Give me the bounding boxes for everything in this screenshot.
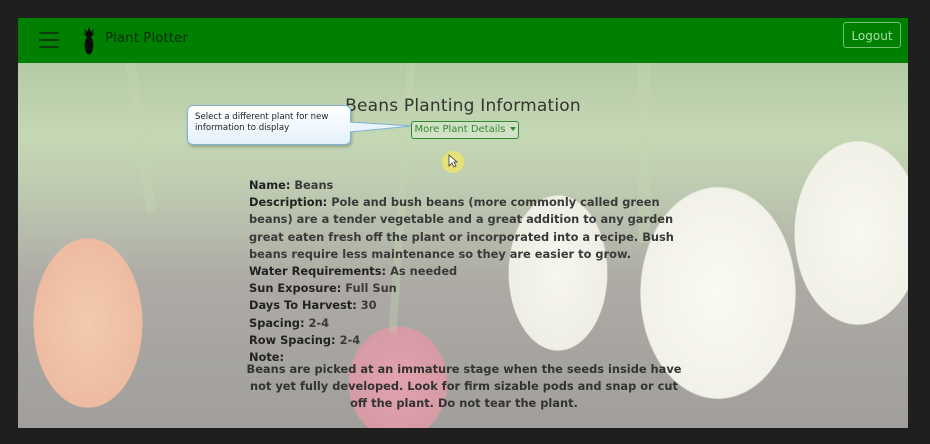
menu-icon[interactable]: [39, 32, 59, 48]
sun-row: Sun Exposure: Full Sun: [249, 280, 679, 297]
content-area: Beans Planting Information Select a diff…: [18, 63, 908, 428]
caret-down-icon: [509, 127, 516, 131]
dropdown-label: More Plant Details: [414, 124, 506, 135]
app-window: Plant Plotter Logout Beans Planting Info…: [18, 18, 908, 428]
water-row: Water Requirements: As needed: [249, 263, 679, 280]
water-label: Water Requirements:: [249, 264, 387, 279]
page-title: Beans Planting Information: [345, 96, 581, 116]
description-row: Description: Pole and bush beans (more c…: [249, 194, 679, 263]
spacing-label: Spacing:: [249, 315, 305, 330]
note-text: Beans are picked at an immature stage wh…: [246, 362, 682, 411]
brand-name[interactable]: Plant Plotter: [105, 30, 188, 46]
name-row: Name: Beans: [249, 177, 679, 194]
row-spacing-value: 2-4: [339, 332, 361, 347]
row-spacing-label: Row Spacing:: [249, 332, 336, 347]
description-label: Description:: [249, 195, 328, 210]
spacing-row: Spacing: 2-4: [249, 315, 679, 332]
name-label: Name:: [249, 178, 291, 192]
logout-button[interactable]: Logout: [843, 22, 901, 48]
plant-details: Name: Beans Description: Pole and bush b…: [249, 177, 679, 366]
tooltip: Select a different plant for new informa…: [187, 105, 351, 145]
harvest-label: Days To Harvest:: [249, 298, 357, 313]
water-value: As needed: [390, 264, 458, 279]
more-plant-details-dropdown[interactable]: More Plant Details: [411, 121, 519, 139]
spacing-value: 2-4: [308, 315, 330, 330]
tooltip-pointer: [350, 121, 413, 133]
carrot-logo-icon: [83, 27, 95, 55]
name-value: Beans: [294, 178, 334, 192]
harvest-value: 30: [360, 298, 377, 313]
navbar: Plant Plotter Logout: [18, 18, 908, 63]
mouse-cursor-icon: [442, 151, 464, 173]
sun-value: Full Sun: [345, 281, 397, 296]
row-spacing-row: Row Spacing: 2-4: [249, 332, 679, 349]
sun-label: Sun Exposure:: [249, 281, 342, 296]
harvest-row: Days To Harvest: 30: [249, 297, 679, 314]
